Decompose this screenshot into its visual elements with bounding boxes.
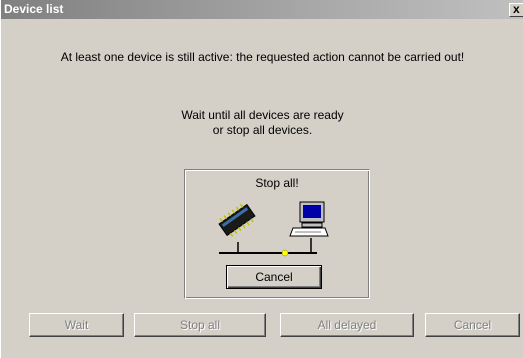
chip-icon <box>218 203 256 237</box>
stop-all-panel: Stop all! Cancel <box>184 169 370 299</box>
panel-cancel-label: Cancel <box>255 270 293 284</box>
instruction-line-2: or stop all devices. <box>212 123 313 137</box>
panel-cancel-button[interactable]: Cancel <box>226 265 322 289</box>
computer-icon <box>289 201 329 237</box>
network-node <box>281 249 289 257</box>
instruction-text: Wait until all devices are ready or stop… <box>1 108 523 138</box>
close-icon: x <box>513 2 520 16</box>
instruction-line-1: Wait until all devices are ready <box>181 108 344 122</box>
all-delayed-button[interactable]: All delayed <box>280 313 414 337</box>
window-title: Device list <box>4 2 64 16</box>
wait-button[interactable]: Wait <box>29 313 124 337</box>
wait-label: Wait <box>64 318 89 332</box>
all-delayed-label: All delayed <box>317 318 377 332</box>
title-bar[interactable]: Device list x <box>1 0 523 19</box>
cancel-button[interactable]: Cancel <box>425 313 520 337</box>
cancel-label: Cancel <box>453 318 492 332</box>
stop-all-button-label: Stop all <box>179 318 221 332</box>
warning-message: At least one device is still active: the… <box>60 50 465 64</box>
device-list-dialog: Device list x At least one device is sti… <box>0 0 523 358</box>
stop-all-button[interactable]: Stop all <box>134 313 266 337</box>
close-button[interactable]: x <box>509 2 523 17</box>
